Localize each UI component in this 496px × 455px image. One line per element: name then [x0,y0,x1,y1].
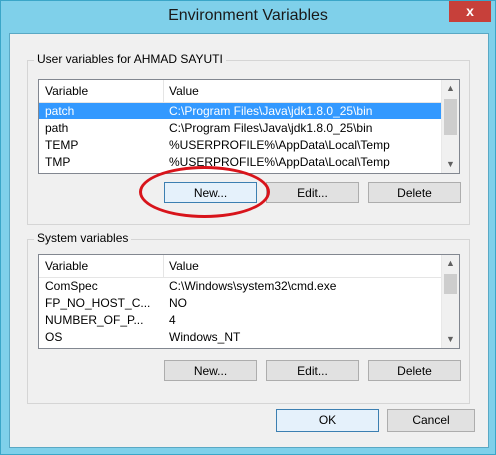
column-separator[interactable] [163,80,164,102]
variable-name: ComSpec [45,279,98,293]
scroll-thumb[interactable] [444,274,457,294]
vertical-scrollbar[interactable]: ▲ ▼ [441,255,459,348]
list-header: Variable Value [39,255,441,278]
system-variables-label: System variables [34,231,132,245]
close-icon: x [466,3,474,19]
system-variables-group: System variables Variable Value ComSpec … [27,231,470,404]
ok-button[interactable]: OK [276,409,379,432]
scroll-up-icon[interactable]: ▲ [442,80,459,97]
user-variables-group: User variables for AHMAD SAYUTI Variable… [27,52,470,225]
column-separator[interactable] [163,255,164,277]
variable-value: Windows_NT [169,330,241,344]
variable-value: %USERPROFILE%\AppData\Local\Temp [169,138,390,152]
scroll-thumb[interactable] [444,99,457,135]
list-item[interactable]: TMP %USERPROFILE%\AppData\Local\Temp [39,154,441,170]
list-item[interactable]: NUMBER_OF_P... 4 [39,312,441,328]
vertical-scrollbar[interactable]: ▲ ▼ [441,80,459,173]
column-header-variable[interactable]: Variable [45,259,88,273]
column-header-value[interactable]: Value [169,84,199,98]
variable-value: %USERPROFILE%\AppData\Local\Temp [169,155,390,169]
system-new-button[interactable]: New... [164,360,257,381]
variable-name: FP_NO_HOST_C... [45,296,151,310]
user-variables-label: User variables for AHMAD SAYUTI [34,52,226,66]
scroll-down-icon[interactable]: ▼ [442,156,459,173]
variable-value: C:\Program Files\Java\jdk1.8.0_25\bin [169,121,373,135]
scroll-up-icon[interactable]: ▲ [442,255,459,272]
cancel-button[interactable]: Cancel [387,409,475,432]
column-header-value[interactable]: Value [169,259,199,273]
column-header-variable[interactable]: Variable [45,84,88,98]
user-delete-button[interactable]: Delete [368,182,461,203]
system-variables-list[interactable]: Variable Value ComSpec C:\Windows\system… [38,254,460,349]
variable-name: TEMP [45,138,79,152]
dialog-client-area: User variables for AHMAD SAYUTI Variable… [9,33,489,448]
list-item[interactable]: patch C:\Program Files\Java\jdk1.8.0_25\… [39,103,441,119]
title-bar[interactable]: Environment Variables x [1,1,495,33]
variable-name: path [45,121,69,135]
variable-value: NO [169,296,187,310]
scroll-down-icon[interactable]: ▼ [442,331,459,348]
list-item[interactable]: TEMP %USERPROFILE%\AppData\Local\Temp [39,137,441,153]
variable-name: NUMBER_OF_P... [45,313,144,327]
system-delete-button[interactable]: Delete [368,360,461,381]
user-new-button[interactable]: New... [164,182,257,203]
user-variables-list[interactable]: Variable Value patch C:\Program Files\Ja… [38,79,460,174]
list-item[interactable]: path C:\Program Files\Java\jdk1.8.0_25\b… [39,120,441,136]
environment-variables-window: Environment Variables x User variables f… [0,0,496,455]
list-item[interactable]: OS Windows_NT [39,329,441,345]
variable-name: OS [45,330,63,344]
variable-value: C:\Program Files\Java\jdk1.8.0_25\bin [169,104,373,118]
variable-name: TMP [45,155,71,169]
list-header: Variable Value [39,80,441,103]
variable-value: C:\Windows\system32\cmd.exe [169,279,337,293]
list-item[interactable]: ComSpec C:\Windows\system32\cmd.exe [39,278,441,294]
close-button[interactable]: x [449,1,491,22]
list-item[interactable]: FP_NO_HOST_C... NO [39,295,441,311]
variable-value: 4 [169,313,176,327]
window-title: Environment Variables [168,7,328,24]
user-edit-button[interactable]: Edit... [266,182,359,203]
variable-name: patch [45,104,75,118]
system-edit-button[interactable]: Edit... [266,360,359,381]
